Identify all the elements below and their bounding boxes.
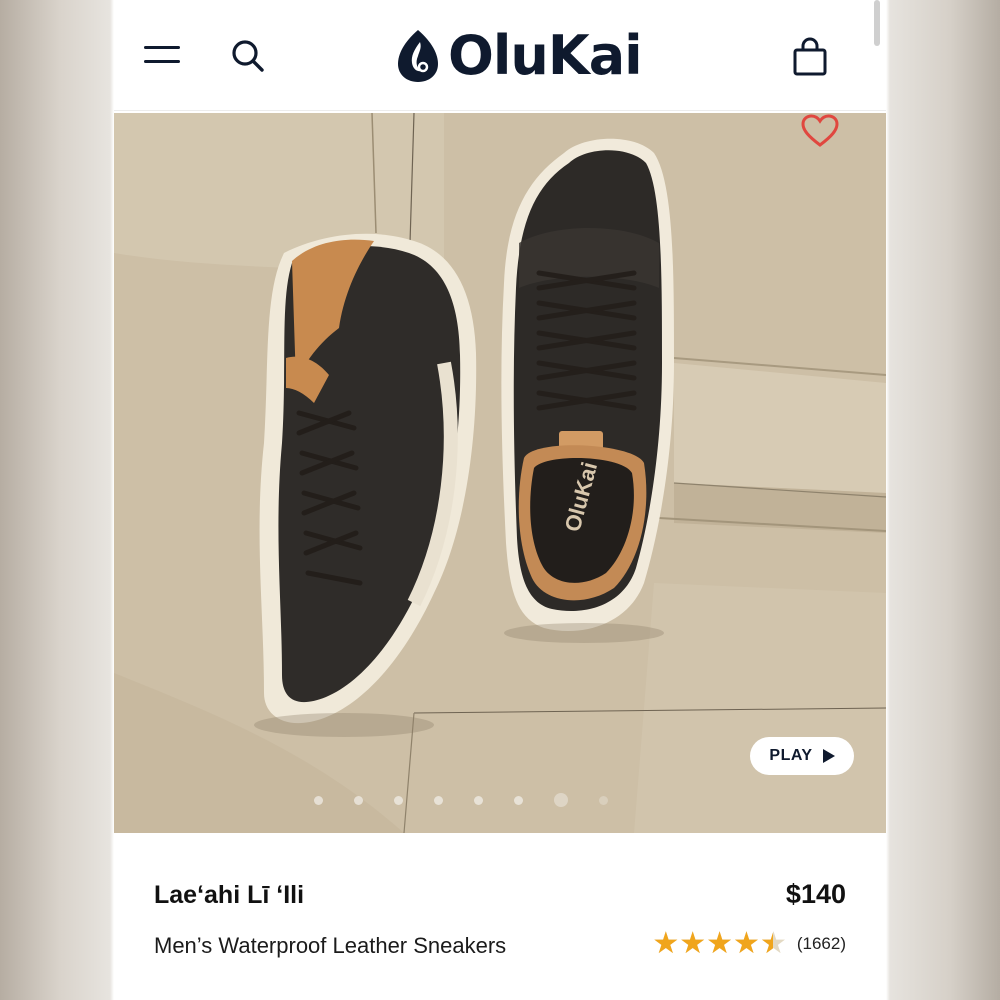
scrollbar[interactable]: [874, 0, 880, 46]
star-rating: ★★★★★ ★★★★★: [652, 929, 786, 959]
shopping-bag-icon[interactable]: [790, 36, 830, 78]
star-icons-filled: ★★★★★: [652, 929, 773, 959]
play-label: PLAY: [769, 747, 813, 764]
product-info: Lae‘ahi Lī ‘Ili $140 Men’s Waterproof Le…: [114, 833, 886, 1000]
brand-logo[interactable]: OluKai: [396, 22, 643, 90]
carousel-dot[interactable]: [434, 795, 443, 805]
mobile-page: OluKai OluKai PLAY Lae‘ahi Lī ‘Ili $140 …: [114, 0, 886, 1000]
product-name[interactable]: Lae‘ahi Lī ‘Ili: [154, 881, 304, 910]
review-count[interactable]: (1662): [797, 934, 846, 954]
product-subtitle: Men’s Waterproof Leather Sneakers: [154, 933, 507, 958]
carousel-dot[interactable]: [599, 795, 608, 805]
carousel-dot[interactable]: [514, 795, 523, 805]
product-rating[interactable]: ★★★★★ ★★★★★ (1662): [652, 929, 846, 959]
carousel-dot[interactable]: [474, 795, 483, 805]
carousel-dot[interactable]: [354, 795, 363, 805]
olukai-logo-icon: [398, 30, 438, 82]
product-image-carousel[interactable]: OluKai PLAY: [114, 113, 886, 833]
play-video-button[interactable]: PLAY: [750, 737, 854, 775]
hamburger-menu-icon[interactable]: [144, 40, 182, 70]
product-price: $140: [785, 879, 846, 909]
product-photo: OluKai: [114, 113, 886, 833]
carousel-dot[interactable]: [314, 795, 323, 805]
carousel-dots: [314, 793, 608, 807]
play-icon: [822, 749, 835, 763]
site-header: OluKai: [114, 0, 886, 111]
brand-name: OluKai: [448, 24, 643, 87]
carousel-dot[interactable]: [394, 795, 403, 805]
carousel-dot-active[interactable]: [554, 793, 568, 807]
heart-icon[interactable]: [800, 113, 840, 149]
search-icon[interactable]: [229, 37, 267, 75]
